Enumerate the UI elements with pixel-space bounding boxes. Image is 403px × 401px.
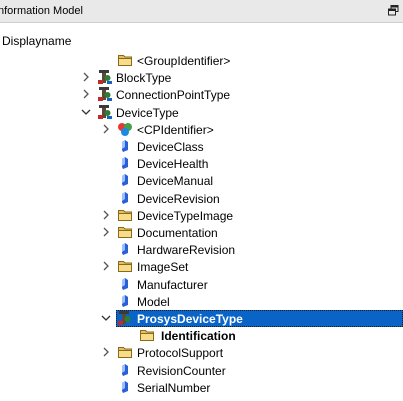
tree-item-label: ProtocolSupport xyxy=(137,346,224,361)
restore-window-icon[interactable] xyxy=(388,5,399,16)
folder-icon xyxy=(117,224,133,240)
tree-item-label: DeviceHealth xyxy=(137,157,209,172)
chevron-down-icon[interactable] xyxy=(80,106,92,118)
tree-item-label: BlockType xyxy=(116,71,172,86)
variable-icon xyxy=(117,241,133,257)
chevron-down-icon[interactable] xyxy=(100,312,112,324)
tree-item[interactable]: ConnectionPointType xyxy=(0,86,403,103)
object-icon xyxy=(117,121,133,137)
panel-titlebar: nformation Model xyxy=(0,0,403,23)
tree-item[interactable]: SerialNumber xyxy=(0,379,403,396)
variable-icon xyxy=(117,276,133,292)
folder-icon xyxy=(117,258,133,274)
tree-item-label: ConnectionPointType xyxy=(116,88,231,103)
object-type-icon xyxy=(117,310,133,326)
tree-item[interactable]: HardwareRevision xyxy=(0,241,403,258)
tree-item-label: Model xyxy=(137,294,170,309)
chevron-right-icon[interactable] xyxy=(100,346,112,358)
tree-item[interactable]: DeviceTypeImage xyxy=(0,207,403,224)
tree-item[interactable]: ImageSet xyxy=(0,258,403,275)
chevron-right-icon[interactable] xyxy=(100,226,112,238)
tree-item-label: DeviceClass xyxy=(137,140,204,154)
folder-icon xyxy=(117,344,133,360)
tree-item[interactable]: BlockType xyxy=(0,69,403,86)
variable-icon xyxy=(117,155,133,171)
tree-item[interactable]: <GroupIdentifier> xyxy=(0,52,403,69)
tree-item-label: RevisionCounter xyxy=(137,363,226,378)
tree-item-label: DeviceType xyxy=(116,105,179,120)
chevron-right-icon[interactable] xyxy=(100,123,112,135)
variable-icon xyxy=(117,172,133,188)
tree-item[interactable]: DeviceRevision xyxy=(0,190,403,207)
tree-item-label: ProsysDeviceType xyxy=(137,312,243,326)
variable-icon xyxy=(117,379,133,395)
tree-item[interactable]: DeviceHealth xyxy=(0,155,403,172)
tree-item[interactable]: DeviceType xyxy=(0,104,403,121)
tree-item-label: Manufacturer xyxy=(137,277,208,292)
tree-item[interactable]: ProtocolSupport xyxy=(0,344,403,361)
tree-item-label: Identification xyxy=(161,329,236,344)
tree-item-label: <CPIdentifier> xyxy=(137,122,214,137)
object-type-icon xyxy=(97,104,113,120)
tree-item[interactable]: Documentation xyxy=(0,224,403,241)
tree-item[interactable]: Identification xyxy=(0,327,403,344)
object-type-icon xyxy=(97,69,113,85)
tree-item[interactable]: <CPIdentifier> xyxy=(0,121,403,138)
tree-item[interactable]: DeviceClass xyxy=(0,138,403,155)
variable-icon xyxy=(117,293,133,309)
tree-item[interactable]: ProsysDeviceType xyxy=(0,310,403,327)
tree-item-label: SerialNumber xyxy=(137,380,211,395)
tree-item-label: <GroupIdentifier> xyxy=(137,54,231,68)
tree-item[interactable]: DeviceManual xyxy=(0,172,403,189)
folder-icon xyxy=(139,327,155,343)
chevron-right-icon[interactable] xyxy=(80,88,92,100)
chevron-right-icon[interactable] xyxy=(100,209,112,221)
chevron-right-icon[interactable] xyxy=(100,260,112,272)
tree-item[interactable]: RevisionCounter xyxy=(0,362,403,379)
column-header-label: Displayname xyxy=(2,34,72,48)
tree-item-label: Documentation xyxy=(137,226,218,240)
tree-item-label: ImageSet xyxy=(137,260,189,275)
panel-title: nformation Model xyxy=(0,5,83,17)
tree-item[interactable]: Model xyxy=(0,293,403,310)
variable-icon xyxy=(117,362,133,378)
tree-item-label: DeviceRevision xyxy=(137,191,220,206)
folder-icon xyxy=(117,52,133,68)
chevron-right-icon[interactable] xyxy=(80,71,92,83)
tree-item-label: DeviceTypeImage xyxy=(137,208,234,223)
folder-icon xyxy=(117,207,133,223)
tree-item-label: DeviceManual xyxy=(137,174,214,189)
tree-item[interactable]: Manufacturer xyxy=(0,276,403,293)
object-type-icon xyxy=(97,86,113,102)
variable-icon xyxy=(117,190,133,206)
variable-icon xyxy=(117,138,133,154)
tree-item-label: HardwareRevision xyxy=(137,243,236,258)
